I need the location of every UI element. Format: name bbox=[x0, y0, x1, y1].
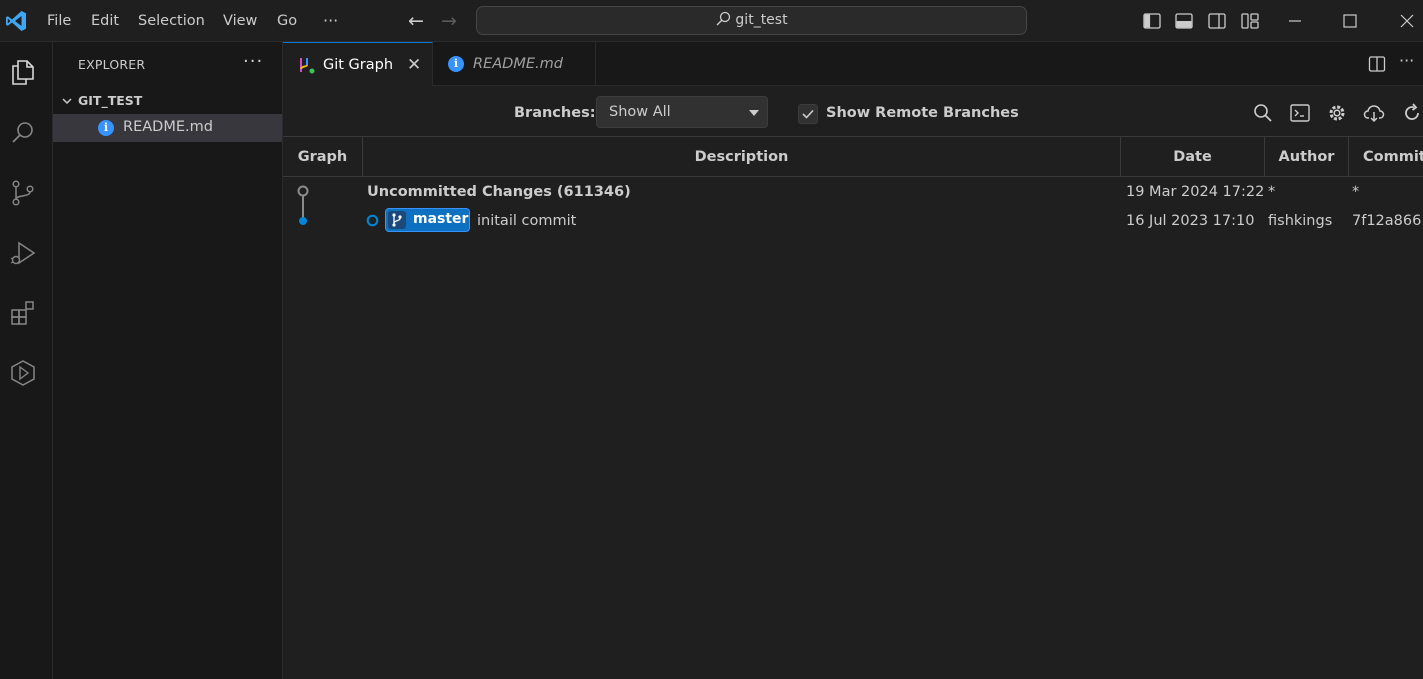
customize-layout-icon[interactable] bbox=[1240, 11, 1260, 31]
row-commit: 7f12a866 bbox=[1352, 213, 1422, 229]
file-readme[interactable]: i README.md bbox=[53, 114, 282, 142]
row-author: fishkings bbox=[1268, 213, 1333, 229]
show-remote-branches-label: Show Remote Branches bbox=[826, 105, 1019, 121]
menu-more[interactable]: ··· bbox=[323, 0, 338, 42]
row-author: * bbox=[1268, 184, 1276, 200]
menu-file[interactable]: File bbox=[47, 0, 71, 42]
editor-tab-bar: Git Graph ✕ i README.md ··· bbox=[283, 42, 1423, 87]
toggle-panel-icon[interactable] bbox=[1174, 11, 1194, 31]
commit-row-uncommitted[interactable]: Uncommitted Changes (611346) 19 Mar 2024… bbox=[283, 178, 1423, 207]
split-editor-icon[interactable] bbox=[1368, 55, 1386, 73]
git-graph-icon bbox=[300, 58, 315, 74]
toggle-primary-sidebar-icon[interactable] bbox=[1142, 11, 1162, 31]
show-remote-branches-checkbox[interactable] bbox=[798, 104, 818, 124]
close-window-icon[interactable] bbox=[1396, 10, 1418, 32]
extensions-icon[interactable] bbox=[8, 298, 38, 328]
row-commit: * bbox=[1352, 184, 1360, 200]
column-graph[interactable]: Graph bbox=[283, 137, 363, 176]
row-date: 16 Jul 2023 17:10 bbox=[1126, 213, 1255, 229]
vscode-logo-icon bbox=[6, 11, 26, 31]
branches-dropdown[interactable]: Show All bbox=[596, 96, 768, 128]
terminal-icon[interactable] bbox=[1289, 102, 1311, 124]
file-label: README.md bbox=[123, 119, 213, 135]
branch-ref-label: master bbox=[413, 211, 469, 227]
activity-bar bbox=[0, 42, 53, 679]
find-icon[interactable] bbox=[1252, 102, 1274, 124]
tab-git-graph[interactable]: Git Graph ✕ bbox=[283, 42, 433, 87]
tab-label: Git Graph bbox=[323, 57, 394, 73]
chevron-down-icon bbox=[62, 98, 72, 105]
column-date[interactable]: Date bbox=[1121, 137, 1265, 176]
git-graph-view: Branches: Show All Show Remote Branches … bbox=[283, 86, 1423, 679]
sidebar-more-button[interactable]: ··· bbox=[243, 51, 263, 72]
forward-arrow-icon[interactable]: → bbox=[441, 10, 457, 32]
checkmark-icon bbox=[802, 109, 814, 119]
row-date: 19 Mar 2024 17:22 bbox=[1126, 184, 1265, 200]
minimize-icon[interactable] bbox=[1284, 10, 1306, 32]
branch-ref-badge[interactable]: master bbox=[385, 208, 470, 232]
tab-label: README.md bbox=[473, 56, 563, 72]
settings-gear-icon[interactable] bbox=[1326, 102, 1348, 124]
run-debug-icon[interactable] bbox=[8, 238, 38, 268]
commit-table-header: Graph Description Date Author Commit bbox=[283, 136, 1423, 177]
branch-icon bbox=[388, 211, 406, 229]
menu-selection[interactable]: Selection bbox=[138, 0, 205, 42]
maximize-icon[interactable] bbox=[1339, 10, 1361, 32]
sidebar-title: EXPLORER bbox=[78, 57, 146, 72]
column-description[interactable]: Description bbox=[363, 137, 1121, 176]
info-icon: i bbox=[448, 56, 464, 72]
close-icon[interactable]: ✕ bbox=[407, 55, 421, 75]
command-center-search[interactable]: git_test bbox=[476, 6, 1027, 35]
refresh-icon[interactable] bbox=[1401, 102, 1423, 124]
row-description: initail commit bbox=[477, 213, 577, 229]
menu-view[interactable]: View bbox=[223, 0, 257, 42]
back-arrow-icon[interactable]: ← bbox=[408, 10, 424, 32]
folder-label: GIT_TEST bbox=[78, 93, 143, 108]
row-description: Uncommitted Changes (611346) bbox=[367, 184, 631, 200]
menu-go[interactable]: Go bbox=[277, 0, 297, 42]
remote-explorer-icon[interactable] bbox=[8, 358, 38, 388]
title-bar: File Edit Selection View Go ··· ← → git_… bbox=[0, 0, 1423, 42]
search-icon[interactable] bbox=[8, 118, 38, 148]
menu-edit[interactable]: Edit bbox=[91, 0, 119, 42]
explorer-sidebar: EXPLORER ··· GIT_TEST i README.md bbox=[53, 42, 283, 679]
search-text: git_test bbox=[735, 12, 788, 28]
fetch-cloud-icon[interactable] bbox=[1363, 102, 1385, 124]
explorer-icon[interactable] bbox=[8, 57, 38, 87]
toggle-secondary-sidebar-icon[interactable] bbox=[1207, 11, 1227, 31]
search-icon bbox=[716, 11, 731, 26]
commit-row-initial[interactable]: master initail commit 16 Jul 2023 17:10 … bbox=[283, 207, 1423, 236]
caret-down-icon bbox=[749, 110, 759, 116]
head-indicator-icon bbox=[366, 214, 379, 227]
source-control-icon[interactable] bbox=[8, 178, 38, 208]
branches-label: Branches: bbox=[514, 105, 596, 121]
tab-readme[interactable]: i README.md bbox=[433, 42, 596, 86]
info-icon: i bbox=[98, 120, 114, 136]
column-commit[interactable]: Commit bbox=[1349, 137, 1423, 176]
folder-git-test[interactable]: GIT_TEST bbox=[53, 91, 282, 113]
column-author[interactable]: Author bbox=[1265, 137, 1349, 176]
branches-selected-value: Show All bbox=[609, 104, 671, 120]
editor-more-actions[interactable]: ··· bbox=[1399, 51, 1414, 70]
